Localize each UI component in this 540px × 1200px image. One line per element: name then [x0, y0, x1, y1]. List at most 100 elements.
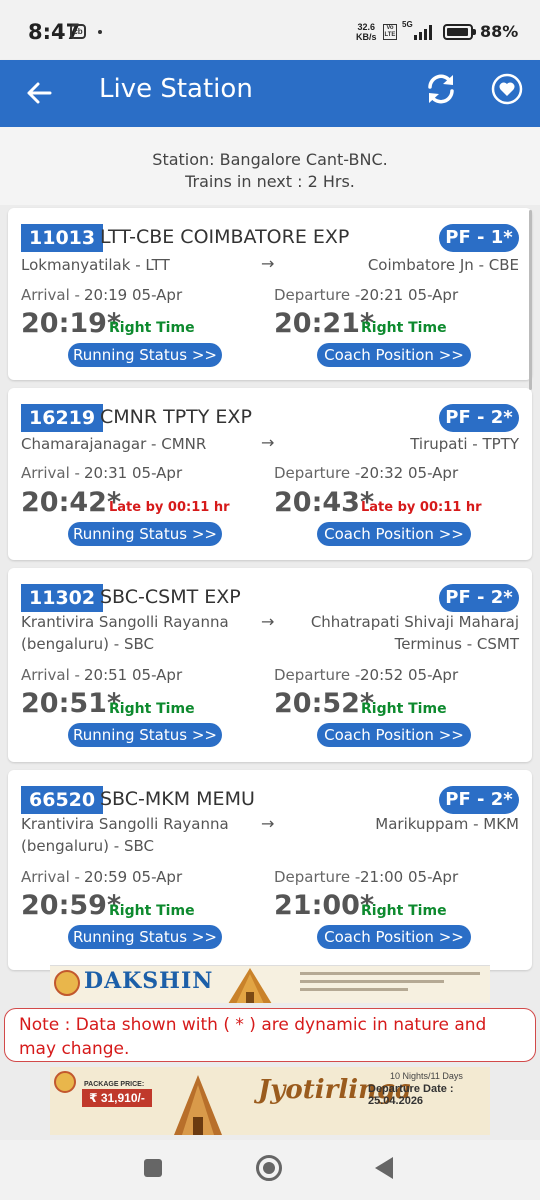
- arrival-status: Right Time: [109, 903, 195, 919]
- arrival-status: Right Time: [109, 320, 195, 336]
- ad-price-label: PACKAGE PRICE:: [84, 1081, 145, 1088]
- to-station-line2: Terminus - CSMT: [394, 635, 519, 653]
- departure-actual: 20:52*: [274, 688, 375, 719]
- arrival-scheduled: 20:59 05-Apr: [84, 868, 183, 886]
- ad-text-lines: [300, 972, 480, 998]
- arrival-scheduled: 20:31 05-Apr: [84, 464, 183, 482]
- route-arrow-icon: →: [261, 612, 275, 631]
- departure-scheduled: 20:52 05-Apr: [360, 666, 459, 684]
- from-station-line2: (bengaluru) - SBC: [21, 635, 154, 653]
- battery-icon: [443, 24, 476, 40]
- departure-scheduled: 21:00 05-Apr: [360, 868, 459, 886]
- temple-icon: [174, 1075, 222, 1135]
- arrival-actual: 20:19*: [21, 308, 122, 339]
- arrival-label: Arrival -: [21, 666, 80, 684]
- coach-position-button[interactable]: Coach Position >>: [317, 522, 471, 546]
- running-status-button[interactable]: Running Status >>: [68, 343, 222, 367]
- route-arrow-icon: →: [261, 254, 275, 273]
- coach-position-button[interactable]: Coach Position >>: [317, 343, 471, 367]
- departure-label: Departure -: [274, 464, 361, 482]
- train-card[interactable]: 66520 SBC-MKM MEMU PF - 2* Krantivira Sa…: [8, 770, 532, 970]
- train-name: LTT-CBE COIMBATORE EXP: [100, 226, 350, 248]
- ad-departure: Departure Date : 25.04.2026: [368, 1083, 454, 1107]
- scrollbar-thumb[interactable]: [529, 210, 532, 390]
- departure-status: Right Time: [361, 701, 447, 717]
- departure-scheduled: 20:21 05-Apr: [360, 286, 459, 304]
- departure-label: Departure -: [274, 286, 361, 304]
- train-card[interactable]: 11302 SBC-CSMT EXP PF - 2* Krantivira Sa…: [8, 568, 532, 762]
- running-status-button[interactable]: Running Status >>: [68, 522, 222, 546]
- departure-label: Departure -: [274, 666, 361, 684]
- refresh-icon[interactable]: [422, 70, 460, 108]
- platform-badge: PF - 2*: [439, 584, 519, 612]
- to-station: Chhatrapati Shivaji Maharaj Terminus - C…: [311, 611, 519, 655]
- signal-icon: [414, 25, 432, 40]
- train-number: 11013: [21, 224, 104, 252]
- departure-status: Right Time: [361, 903, 447, 919]
- back-button-icon[interactable]: [375, 1157, 393, 1179]
- to-station-line1: Chhatrapati Shivaji Maharaj: [310, 613, 519, 631]
- platform-badge: PF - 2*: [439, 404, 519, 432]
- to-station: Marikuppam - MKM: [375, 815, 519, 833]
- coach-position-button[interactable]: Coach Position >>: [317, 925, 471, 949]
- arrival-actual: 20:51*: [21, 688, 122, 719]
- departure-actual: 20:43*: [274, 487, 375, 518]
- cb-notification-icon: cb: [70, 24, 86, 39]
- departure-scheduled: 20:32 05-Apr: [360, 464, 459, 482]
- arrival-label: Arrival -: [21, 286, 80, 304]
- train-name: SBC-MKM MEMU: [100, 788, 255, 810]
- system-status-bar: 8:47 cb 32.6 KB/s Vo LTE 5G 88%: [0, 0, 540, 60]
- ad-title: DAKSHIN: [84, 968, 214, 994]
- ad-logo-icon: [54, 1071, 76, 1093]
- from-station-line1: Krantivira Sangolli Rayanna: [21, 815, 229, 833]
- dynamic-data-note: Note : Data shown with ( * ) are dynamic…: [4, 1008, 536, 1062]
- station-info: Station: Bangalore Cant-BNC. Trains in n…: [0, 127, 540, 205]
- arrival-status: Late by 00:11 hr: [109, 500, 230, 515]
- app-bar: Live Station: [0, 60, 540, 127]
- to-station: Coimbatore Jn - CBE: [367, 256, 519, 274]
- from-station: Lokmanyatilak - LTT: [21, 256, 170, 274]
- ad-banner-jyotirlinga[interactable]: PACKAGE PRICE: ₹ 31,910/- Jyotirlinga 10…: [50, 1067, 490, 1135]
- train-card[interactable]: 11013 LTT-CBE COIMBATORE EXP PF - 1* Lok…: [8, 208, 532, 380]
- station-name: Station: Bangalore Cant-BNC.: [152, 150, 388, 169]
- from-station-line2: (bengaluru) - SBC: [21, 837, 154, 855]
- train-number: 11302: [21, 584, 104, 612]
- coach-position-button[interactable]: Coach Position >>: [317, 723, 471, 747]
- train-name: CMNR TPTY EXP: [100, 406, 252, 428]
- arrival-label: Arrival -: [21, 464, 80, 482]
- route-arrow-icon: →: [261, 814, 275, 833]
- ad-banner-dakshin[interactable]: DAKSHIN: [50, 965, 490, 1003]
- from-station: Chamarajanagar - CMNR: [21, 435, 207, 453]
- arrival-actual: 20:42*: [21, 487, 122, 518]
- departure-actual: 20:21*: [274, 308, 375, 339]
- ad-duration: 10 Nights/11 Days: [390, 1071, 463, 1081]
- from-station-line1: Krantivira Sangolli Rayanna: [21, 613, 229, 631]
- system-navigation-bar: [0, 1140, 540, 1200]
- home-button-icon[interactable]: [256, 1155, 282, 1181]
- running-status-button[interactable]: Running Status >>: [68, 723, 222, 747]
- platform-badge: PF - 2*: [439, 786, 519, 814]
- recents-button-icon[interactable]: [144, 1159, 162, 1177]
- page-title: Live Station: [99, 74, 253, 104]
- train-card[interactable]: 16219 CMNR TPTY EXP PF - 2* Chamarajanag…: [8, 388, 532, 560]
- train-number: 16219: [21, 404, 104, 432]
- back-arrow-icon[interactable]: [20, 74, 58, 112]
- time-window: Trains in next : 2 Hrs.: [185, 172, 355, 191]
- departure-label: Departure -: [274, 868, 361, 886]
- arrival-status: Right Time: [109, 701, 195, 717]
- train-number: 66520: [21, 786, 104, 814]
- battery-percent: 88%: [480, 22, 519, 41]
- route-arrow-icon: →: [261, 433, 275, 452]
- train-name: SBC-CSMT EXP: [100, 586, 241, 608]
- network-speed-unit: KB/s: [356, 32, 377, 42]
- departure-actual: 21:00*: [274, 890, 375, 921]
- arrival-scheduled: 20:51 05-Apr: [84, 666, 183, 684]
- ad-logo-icon: [54, 970, 80, 996]
- ad-price: ₹ 31,910/-: [82, 1089, 152, 1107]
- network-speed-value: 32.6: [357, 22, 376, 32]
- running-status-button[interactable]: Running Status >>: [68, 925, 222, 949]
- favorite-heart-icon[interactable]: [490, 72, 524, 106]
- to-station: Tirupati - TPTY: [410, 435, 519, 453]
- network-speed: 32.6 KB/s: [356, 22, 377, 42]
- platform-badge: PF - 1*: [439, 224, 519, 252]
